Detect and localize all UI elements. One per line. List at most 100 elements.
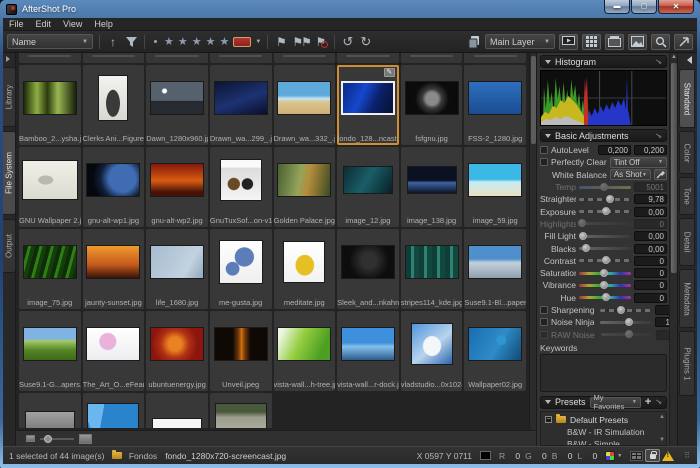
straighten-slider[interactable] bbox=[579, 198, 631, 201]
blacks-slider-knob[interactable] bbox=[582, 244, 590, 252]
contrast-slider-knob[interactable] bbox=[602, 256, 610, 264]
sidebar-tab-output[interactable]: Output bbox=[3, 219, 16, 273]
exposure-slider-knob[interactable] bbox=[602, 207, 610, 215]
raw-noise-slider-knob[interactable] bbox=[625, 330, 633, 338]
thumbnail-cell[interactable]: meditate.jpg bbox=[274, 229, 336, 309]
collapse-arrow-icon[interactable] bbox=[6, 56, 10, 62]
chevron-down-icon[interactable]: ▼ bbox=[255, 39, 261, 45]
thumbnail-cell[interactable]: fondo_128...ncast.jpg✎ bbox=[337, 65, 399, 145]
sharpening-slider[interactable] bbox=[600, 309, 652, 312]
temp-slider[interactable] bbox=[579, 186, 631, 189]
thumbnail-cell[interactable] bbox=[19, 393, 81, 428]
rotate-left-icon[interactable]: ↺ bbox=[341, 34, 355, 50]
current-folder[interactable]: Fondos bbox=[129, 451, 157, 461]
noise-ninja-value[interactable]: 10,00 bbox=[655, 317, 669, 327]
preset-item[interactable]: B&W - Simple bbox=[541, 438, 666, 446]
thumbnail-cell[interactable]: Drawn_wa...299_.jpg bbox=[210, 65, 272, 145]
star-5-icon[interactable]: ★ bbox=[220, 35, 230, 48]
thumbnail-cell[interactable]: vladstudio...0x1024.jpg bbox=[401, 311, 463, 391]
saturation-value[interactable]: 0 bbox=[634, 268, 667, 278]
thumbnail-cell[interactable] bbox=[83, 393, 145, 428]
panel-tab-tone[interactable]: Tone bbox=[679, 177, 695, 215]
close-button[interactable]: ✕ bbox=[658, 0, 694, 14]
thumbnail-cell[interactable]: stripes114_kde.jpg bbox=[401, 229, 463, 309]
star-4-icon[interactable]: ★ bbox=[206, 35, 216, 48]
collapse-minus-icon[interactable]: − bbox=[545, 416, 552, 423]
highlights-value[interactable]: 0 bbox=[634, 219, 667, 229]
thumbnail-view-button[interactable] bbox=[582, 34, 601, 50]
copy-settings-icon[interactable] bbox=[467, 34, 481, 50]
thumbnail-cell[interactable]: image_59.jpg bbox=[464, 147, 526, 227]
grid-scrollbar[interactable] bbox=[529, 53, 536, 430]
autolevel-value[interactable]: 0,200 bbox=[634, 145, 667, 155]
autolevel-checkbox[interactable] bbox=[540, 146, 548, 154]
thumbnail-cell[interactable] bbox=[146, 393, 208, 428]
hue-value[interactable]: 0 bbox=[634, 293, 667, 303]
sort-dropdown[interactable]: Name ▼ bbox=[7, 34, 93, 49]
fill-light-slider-knob[interactable] bbox=[579, 232, 587, 240]
perfectly-clear-dropdown[interactable]: Tint Off▼ bbox=[610, 157, 667, 168]
thumbnail-cell-partial[interactable] bbox=[337, 53, 399, 63]
presets-header[interactable]: Presets My Favorites ▼ + ⊸ bbox=[540, 396, 667, 409]
thumbnail-cell[interactable]: gnu-alt-wp2.jpg bbox=[146, 147, 208, 227]
contrast-slider[interactable] bbox=[579, 259, 631, 262]
menu-item-edit[interactable]: Edit bbox=[36, 19, 52, 29]
star-1-icon[interactable]: ★ bbox=[164, 35, 174, 48]
thumbnail-cell-partial[interactable] bbox=[146, 53, 208, 63]
thumbnail-cell[interactable]: Drawn_wa...332_.jpg bbox=[274, 65, 336, 145]
raw-noise-value[interactable]: 50 bbox=[656, 330, 669, 340]
layer-dropdown[interactable]: Main Layer ▼ bbox=[485, 34, 555, 49]
grid-scrollbar-thumb[interactable] bbox=[531, 56, 536, 144]
thumbnail-cell[interactable]: fsfgnu.jpg bbox=[401, 65, 463, 145]
pin-icon[interactable]: ⊸ bbox=[654, 397, 664, 407]
thumbnail-cell[interactable]: GnuTuxSof...on-v1.jpg bbox=[210, 147, 272, 227]
thumbnail-cell[interactable]: Suse9.1-G...apers.jpg bbox=[19, 311, 81, 391]
sidebar-tab-file-system[interactable]: File System bbox=[3, 131, 16, 215]
scroll-up-icon[interactable]: ▲ bbox=[659, 414, 665, 420]
menu-item-view[interactable]: View bbox=[63, 19, 82, 29]
color-profile-icon[interactable] bbox=[605, 451, 615, 461]
warning-icon[interactable] bbox=[662, 451, 674, 461]
collapse-arrow-icon[interactable] bbox=[687, 56, 692, 64]
thumbnail-cell[interactable]: image_12.jpg bbox=[337, 147, 399, 227]
large-thumbnail-icon[interactable] bbox=[79, 434, 92, 444]
contrast-value[interactable]: 0 bbox=[634, 256, 667, 266]
panel-tab-standard[interactable]: Standard bbox=[679, 69, 695, 128]
basic-adjustments-header[interactable]: Basic Adjustments ⊸ bbox=[540, 129, 667, 142]
keywords-input[interactable] bbox=[540, 354, 667, 392]
fill-light-value[interactable]: 0,00 bbox=[634, 231, 667, 241]
raw-noise-checkbox[interactable] bbox=[540, 331, 548, 339]
panel-tab-plugins-1[interactable]: Plugins 1 bbox=[679, 331, 695, 396]
thumbnail-cell[interactable]: Suse9.1-Bl...papers.jpg bbox=[464, 229, 526, 309]
thumbnail-cell-partial[interactable] bbox=[401, 53, 463, 63]
cache-status-icon[interactable] bbox=[630, 451, 643, 461]
sharpening-value[interactable]: 100 bbox=[655, 305, 669, 315]
sidebar-tab-library[interactable]: Library bbox=[3, 67, 16, 127]
magnifier-button[interactable] bbox=[651, 34, 670, 50]
presets-filter-dropdown[interactable]: My Favorites ▼ bbox=[590, 397, 641, 408]
raw-noise-slider[interactable] bbox=[601, 333, 653, 336]
thumbnail-cell[interactable]: me-gusta.jpg bbox=[210, 229, 272, 309]
thumbnail-cell[interactable]: image_138.jpg bbox=[401, 147, 463, 227]
pin-icon[interactable]: ⊸ bbox=[654, 56, 664, 66]
sharpening-checkbox[interactable] bbox=[540, 306, 548, 314]
autolevel-value[interactable]: 0,200 bbox=[598, 145, 631, 155]
sort-ascending-icon[interactable]: ↑ bbox=[106, 34, 120, 50]
fullscreen-button[interactable] bbox=[674, 34, 693, 50]
add-preset-button[interactable]: + bbox=[645, 397, 651, 407]
histogram-header[interactable]: Histogram ⊸ bbox=[540, 55, 667, 68]
minimize-button[interactable]: ▬ bbox=[604, 0, 630, 14]
resize-grip[interactable]: ⠿ bbox=[684, 451, 691, 460]
fill-light-slider[interactable] bbox=[579, 235, 631, 238]
flag-pick-icon[interactable]: ⚑⚑ bbox=[292, 34, 310, 50]
star-2-icon[interactable]: ★ bbox=[178, 35, 188, 48]
pin-icon[interactable]: ⊸ bbox=[654, 130, 664, 140]
thumbnail-cell[interactable]: GNU Wallpaper 2.jpg bbox=[19, 147, 81, 227]
title-bar[interactable]: AfterShot Pro ▬ ▢ ✕ bbox=[0, 0, 700, 18]
noise-ninja-slider[interactable] bbox=[600, 321, 652, 324]
thumbnail-cell-partial[interactable] bbox=[210, 53, 272, 63]
menu-item-file[interactable]: File bbox=[9, 19, 24, 29]
thumbnail-cell[interactable]: Golden Palace.jpg bbox=[274, 147, 336, 227]
slider-knob[interactable] bbox=[44, 435, 52, 443]
temp-slider-knob[interactable] bbox=[600, 183, 608, 191]
